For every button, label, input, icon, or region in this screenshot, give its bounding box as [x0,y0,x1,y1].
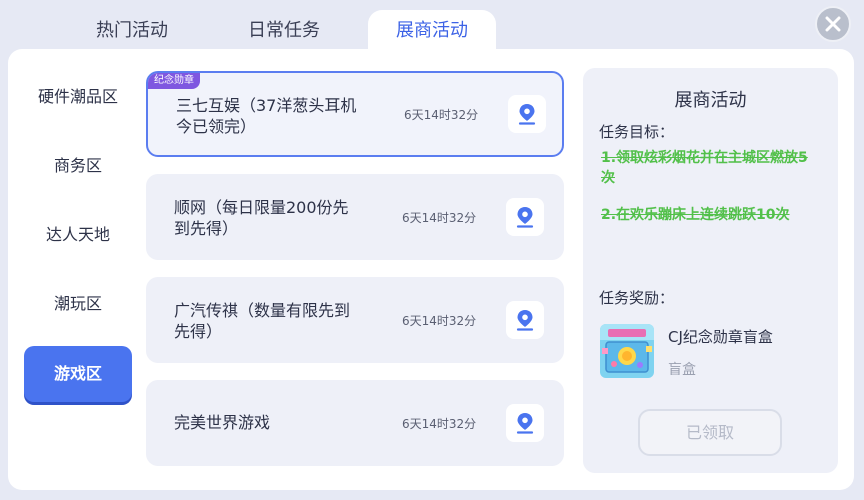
location-pin-icon [516,207,534,228]
locate-button[interactable] [506,198,544,236]
activity-card[interactable]: 完美世界游戏 6天14时32分 [146,380,564,466]
activity-time: 6天14时32分 [402,210,477,225]
sidebar-item-business[interactable]: 商务区 [24,138,132,194]
activity-title: 顺网（每日限量200份先到先得） [174,198,349,238]
sidebar-item-experts[interactable]: 达人天地 [24,207,132,263]
location-pin-icon [516,310,534,331]
tab-hot-events[interactable]: 热门活动 [70,10,194,52]
activity-title: 广汽传祺（数量有限先到先得） [174,301,351,341]
tab-daily-tasks[interactable]: 日常任务 [222,10,346,52]
sidebar-item-trendy-toys[interactable]: 潮玩区 [24,276,132,332]
gift-box-icon [600,324,654,378]
reward-name: CJ纪念勋章盲盒 [668,328,773,346]
medal-badge: 纪念勋章 [148,73,200,89]
sidebar-item-hardware[interactable]: 硬件潮品区 [24,69,132,125]
activity-time: 6天14时32分 [404,107,479,122]
activity-title: 完美世界游戏 [174,413,271,432]
locate-button[interactable] [508,95,546,133]
reward-type: 盲盒 [668,362,696,378]
location-pin-icon [518,104,536,125]
activity-time: 6天14时32分 [402,416,477,431]
sidebar-item-games[interactable]: 游戏区 [24,346,132,402]
activity-card[interactable]: 广汽传祺（数量有限先到先得） 6天14时32分 [146,277,564,363]
close-button[interactable] [815,6,851,42]
close-icon [825,16,841,32]
location-pin-icon [516,413,534,434]
locate-button[interactable] [506,404,544,442]
activity-card[interactable]: 顺网（每日限量200份先到先得） 6天14时32分 [146,174,564,260]
goal-item: 1.领取炫彩烟花并在主城区燃放5次 [601,150,808,186]
activity-time: 6天14时32分 [402,313,477,328]
detail-title: 展商活动 [674,90,747,111]
activity-title: 三七互娱（37洋葱头耳机今已领完） [176,96,357,136]
tab-exhibitor-events[interactable]: 展商活动 [368,10,496,52]
goal-label: 任务目标： [599,123,675,141]
reward-label: 任务奖励： [599,289,675,307]
claimed-button[interactable]: 已领取 [638,409,782,456]
goal-item: 2.在欢乐蹦床上连续跳跃10次 [601,207,790,223]
blind-box-image [600,324,654,378]
activity-window: 热门活动 日常任务 展商活动 硬件潮品区 商务区 达人天地 潮玩区 游戏区 纪念… [0,0,864,500]
activity-card[interactable]: 纪念勋章 三七互娱（37洋葱头耳机今已领完） 6天14时32分 [146,71,564,157]
locate-button[interactable] [506,301,544,339]
activity-detail-panel: 展商活动 任务目标： 1.领取炫彩烟花并在主城区燃放5次 2.在欢乐蹦床上连续跳… [583,68,838,473]
